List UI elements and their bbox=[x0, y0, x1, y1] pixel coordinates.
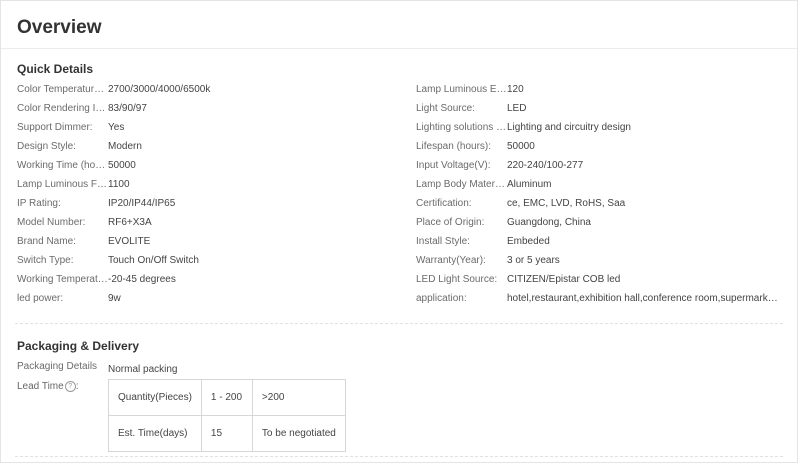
detail-label: Input Voltage(V): bbox=[416, 160, 491, 171]
detail-value: hotel,restaurant,exhibition hall,confere… bbox=[507, 293, 779, 304]
lead-time-table: Quantity(Pieces) 1 - 200 >200 Est. Time(… bbox=[108, 379, 346, 452]
detail-value: LED bbox=[507, 103, 527, 114]
detail-row: Working Temperature: -20-45 degrees bbox=[17, 273, 398, 292]
detail-row: Lamp Body Material: Aluminum bbox=[416, 178, 779, 197]
quick-details-right-column: Lamp Luminous Efficiency(lm/w):120 Light… bbox=[416, 83, 779, 311]
detail-label: LED Light Source: bbox=[416, 274, 498, 285]
detail-value: 83/90/97 bbox=[108, 103, 147, 114]
detail-row: led power: 9w bbox=[17, 292, 398, 311]
detail-row: Working Time (hours): 50000 bbox=[17, 159, 398, 178]
table-cell: 1 - 200 bbox=[200, 379, 253, 416]
product-overview-panel: Overview Quick Details Color Temperature… bbox=[0, 0, 798, 463]
table-cell: Est. Time(days) bbox=[108, 415, 202, 452]
detail-value: 2700/3000/4000/6500k bbox=[108, 84, 211, 95]
quick-details-left-column: Color Temperature(CCT):2700/3000/4000/65… bbox=[17, 83, 398, 311]
detail-label: Install Style: bbox=[416, 236, 470, 247]
detail-label: Lifespan (hours): bbox=[416, 141, 492, 152]
detail-row: Lighting solutions service:Lighting and … bbox=[416, 121, 779, 140]
detail-label: Color Temperature(CCT): bbox=[17, 84, 108, 95]
detail-value: -20-45 degrees bbox=[108, 274, 176, 285]
detail-value: 120 bbox=[507, 84, 524, 95]
detail-label: IP Rating: bbox=[17, 198, 61, 209]
detail-label: Lighting solutions service: bbox=[416, 122, 507, 133]
title-divider bbox=[1, 48, 797, 49]
quick-details-heading: Quick Details bbox=[17, 62, 94, 76]
detail-label: Warranty(Year): bbox=[416, 255, 486, 266]
table-row: Est. Time(days) 15 To be negotiated bbox=[108, 415, 346, 452]
detail-row: Place of Origin: Guangdong, China bbox=[416, 216, 779, 235]
table-cell: To be negotiated bbox=[251, 415, 346, 452]
detail-row: Certification: ce, EMC, LVD, RoHS, Saa bbox=[416, 197, 779, 216]
detail-value: 9w bbox=[108, 293, 121, 304]
detail-row: Input Voltage(V): 220-240/100-277 bbox=[416, 159, 779, 178]
detail-label: Light Source: bbox=[416, 103, 475, 114]
detail-value: 1100 bbox=[108, 179, 130, 190]
detail-row: Color Temperature(CCT):2700/3000/4000/65… bbox=[17, 83, 398, 102]
section-divider bbox=[15, 323, 783, 324]
table-cell: Quantity(Pieces) bbox=[108, 379, 202, 416]
detail-label: Brand Name: bbox=[17, 236, 76, 247]
detail-value: 50000 bbox=[507, 141, 535, 152]
detail-label: Lamp Body Material: bbox=[416, 179, 507, 190]
detail-value: ce, EMC, LVD, RoHS, Saa bbox=[507, 198, 626, 209]
detail-row: Color Rendering Index(Ra):83/90/97 bbox=[17, 102, 398, 121]
detail-label: Switch Type: bbox=[17, 255, 74, 266]
detail-row: LED Light Source: CITIZEN/Epistar COB led bbox=[416, 273, 779, 292]
detail-label: Certification: bbox=[416, 198, 472, 209]
detail-label: led power: bbox=[17, 293, 64, 304]
detail-row: Design Style: Modern bbox=[17, 140, 398, 159]
help-circle-icon[interactable]: ? bbox=[64, 381, 76, 392]
detail-value: RF6+X3A bbox=[108, 217, 152, 228]
detail-row: application: hotel,restaurant,exhibition … bbox=[416, 292, 779, 311]
detail-row: Lifespan (hours): 50000 bbox=[416, 140, 779, 159]
detail-value: EVOLITE bbox=[108, 236, 151, 247]
detail-value: 3 or 5 years bbox=[507, 255, 560, 266]
detail-row: Brand Name: EVOLITE bbox=[17, 235, 398, 254]
detail-value: Modern bbox=[108, 141, 142, 152]
detail-row: Light Source: LED bbox=[416, 102, 779, 121]
detail-value: CITIZEN/Epistar COB led bbox=[507, 274, 621, 285]
detail-value: Embeded bbox=[507, 236, 550, 247]
detail-row: Switch Type: Touch On/Off Switch bbox=[17, 254, 398, 273]
detail-row: Lamp Luminous Flux(lm):1100 bbox=[17, 178, 398, 197]
bottom-divider bbox=[15, 456, 783, 457]
detail-value: 50000 bbox=[108, 160, 136, 171]
detail-row: Support Dimmer: Yes bbox=[17, 121, 398, 140]
detail-value: Guangdong, China bbox=[507, 217, 591, 228]
detail-row: Install Style: Embeded bbox=[416, 235, 779, 254]
detail-value: Yes bbox=[108, 122, 125, 133]
detail-row: Model Number: RF6+X3A bbox=[17, 216, 398, 235]
detail-label: Model Number: bbox=[17, 217, 86, 228]
detail-label: Color Rendering Index(Ra): bbox=[17, 103, 108, 114]
packaging-details-value: Normal packing bbox=[108, 364, 178, 375]
detail-row: Warranty(Year): 3 or 5 years bbox=[416, 254, 779, 273]
lead-time-row: Lead Time?: bbox=[17, 381, 79, 392]
detail-value: IP20/IP44/IP65 bbox=[108, 198, 176, 209]
detail-label: Lamp Luminous Efficiency(lm/w): bbox=[416, 84, 507, 95]
detail-value: Lighting and circuitry design bbox=[507, 122, 631, 133]
packaging-details-row: Packaging Details Normal packing bbox=[17, 361, 177, 375]
detail-label: Support Dimmer: bbox=[17, 122, 93, 133]
detail-label: Working Time (hours): bbox=[17, 160, 108, 171]
packaging-delivery-heading: Packaging & Delivery bbox=[17, 339, 140, 353]
packaging-details-label: Packaging Details bbox=[17, 361, 98, 372]
detail-label: Working Temperature: bbox=[17, 274, 108, 285]
detail-value: Aluminum bbox=[507, 179, 552, 190]
detail-label: application: bbox=[416, 293, 467, 304]
detail-value: 220-240/100-277 bbox=[507, 160, 584, 171]
table-cell: 15 bbox=[200, 415, 253, 452]
detail-label: Design Style: bbox=[17, 141, 76, 152]
detail-label: Lamp Luminous Flux(lm): bbox=[17, 179, 108, 190]
table-row: Quantity(Pieces) 1 - 200 >200 bbox=[108, 379, 346, 416]
table-cell: >200 bbox=[251, 379, 346, 416]
detail-row: Lamp Luminous Efficiency(lm/w):120 bbox=[416, 83, 779, 102]
detail-label: Place of Origin: bbox=[416, 217, 485, 228]
overview-title: Overview bbox=[17, 17, 102, 38]
detail-row: IP Rating: IP20/IP44/IP65 bbox=[17, 197, 398, 216]
detail-value: Touch On/Off Switch bbox=[108, 255, 199, 266]
lead-time-label: Lead Time bbox=[17, 381, 64, 392]
